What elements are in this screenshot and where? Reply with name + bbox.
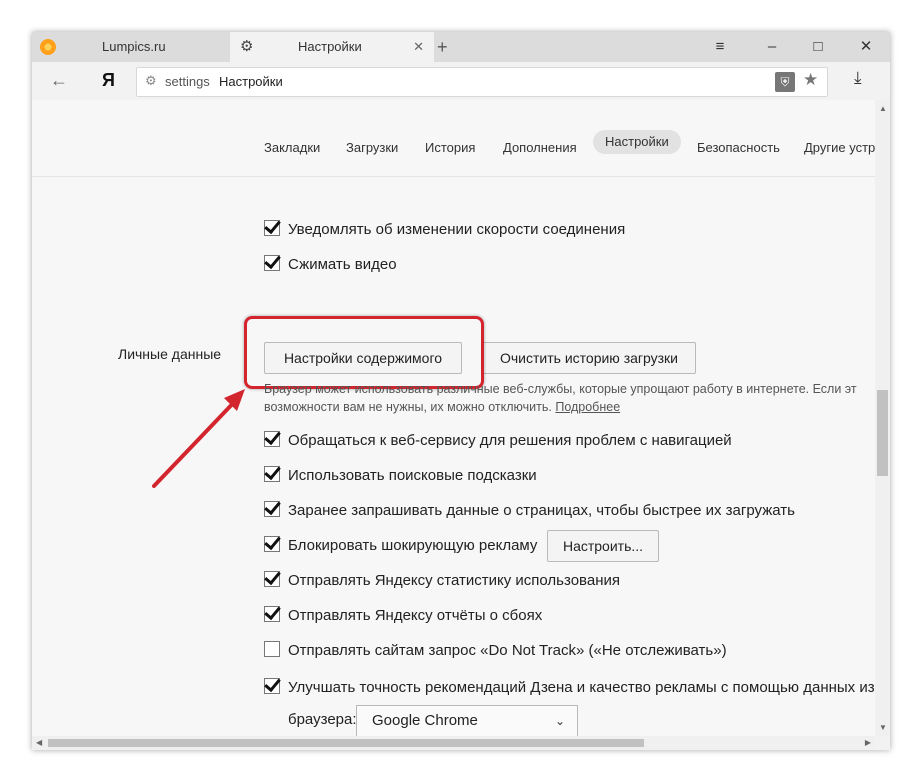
back-arrow-icon[interactable]: ← <box>50 70 68 91</box>
tab-title: Настройки <box>298 39 362 54</box>
download-icon[interactable]: ⤓ <box>854 68 862 88</box>
close-window-button[interactable]: ✕ <box>852 32 880 62</box>
url-input[interactable]: ⚙ settings Настройки ⛨ ★ <box>136 67 828 97</box>
browser-window: Lumpics.ru ⚙ Настройки ✕ + ≡ – □ ✕ ← Я ⚙… <box>32 32 890 750</box>
gear-icon: ⚙ <box>240 38 254 55</box>
scrollbar-thumb[interactable] <box>877 390 888 476</box>
scroll-up-arrow-icon[interactable]: ▲ <box>879 104 887 113</box>
yandex-browser-logo-icon <box>40 39 56 55</box>
tab-lumpics[interactable]: Lumpics.ru <box>62 32 230 62</box>
tab-settings[interactable]: ⚙ Настройки ✕ <box>230 32 434 62</box>
scrollbar-thumb[interactable] <box>48 739 644 747</box>
url-text: settings <box>165 74 210 89</box>
annotation-arrow <box>152 389 245 488</box>
horizontal-scrollbar[interactable]: ◀ ▶ <box>32 736 875 750</box>
scroll-left-arrow-icon[interactable]: ◀ <box>36 738 42 747</box>
menu-icon[interactable]: ≡ <box>706 32 734 62</box>
protect-shield-icon[interactable]: ⛨ <box>775 72 795 92</box>
scroll-down-arrow-icon[interactable]: ▼ <box>879 723 887 732</box>
tab-title: Lumpics.ru <box>102 39 166 54</box>
settings-page-icon: ⚙ <box>145 73 157 88</box>
yandex-home-button[interactable]: Я <box>102 70 115 91</box>
vertical-scrollbar[interactable]: ▲ ▼ <box>875 100 890 736</box>
address-bar: ← Я ⚙ settings Настройки ⛨ ★ ⤓ <box>32 62 890 100</box>
scroll-right-arrow-icon[interactable]: ▶ <box>865 738 871 747</box>
close-tab-icon[interactable]: ✕ <box>413 32 424 62</box>
tab-bar: Lumpics.ru ⚙ Настройки ✕ + ≡ – □ ✕ <box>32 32 890 62</box>
settings-page: Закладки Загрузки История Дополнения Нас… <box>32 100 875 736</box>
minimize-button[interactable]: – <box>758 32 786 62</box>
new-tab-button[interactable]: + <box>437 32 448 62</box>
maximize-button[interactable]: □ <box>804 32 832 62</box>
url-page-title: Настройки <box>219 74 283 89</box>
bookmark-star-icon[interactable]: ★ <box>803 70 818 90</box>
